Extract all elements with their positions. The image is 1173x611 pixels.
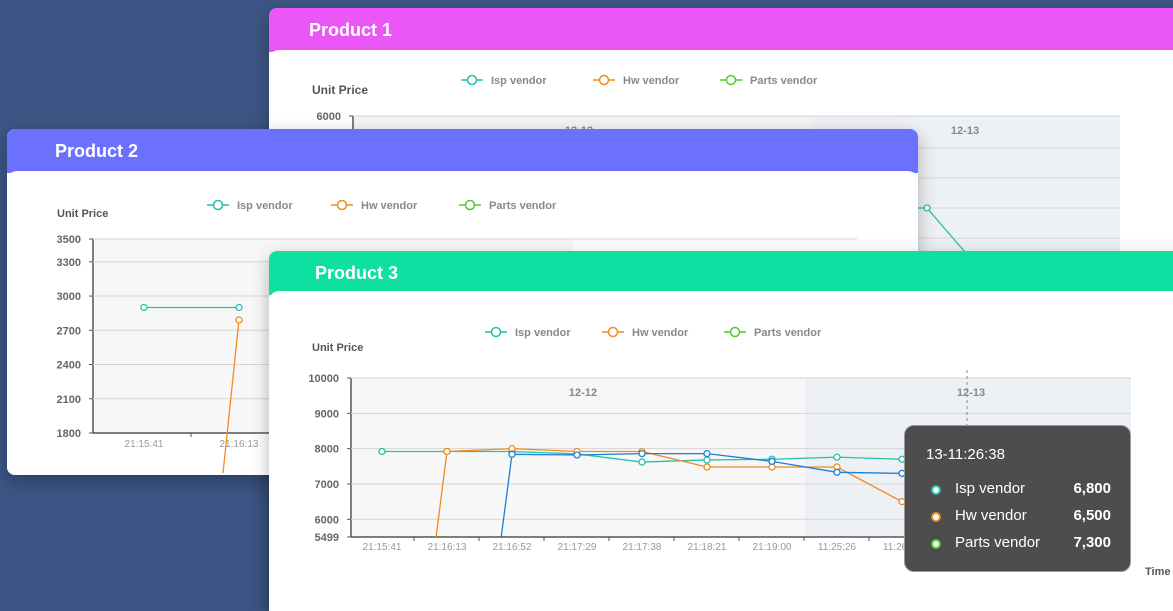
tooltip-series-name: Hw vendor [955,507,1027,524]
y-tick-label: 6000 [317,111,341,123]
tooltip-time: 13-11:26:38 [926,446,1005,463]
legend-marker-icon [466,74,478,86]
product-2-title: Product 2 [7,129,918,173]
y-tick-label: 5499 [315,532,339,544]
data-point [638,449,646,458]
data-point [378,447,386,456]
data-point [638,458,646,466]
legend-label: Parts vendor [750,75,818,87]
legend-label: Isp vendor [491,75,547,87]
tooltip-row-parts: Parts vendor 7,300 [931,534,1111,554]
legend-marker-icon [212,199,224,211]
x-tick-label: 21:17:38 [623,542,662,553]
chart-tooltip: 13-11:26:38 Isp vendor 6,800 Hw vendor 6… [904,425,1131,572]
x-tick-label: 21:16:13 [428,542,467,553]
legend-marker-icon [464,199,476,211]
tooltip-series-value: 6,500 [1073,507,1111,524]
y-tick-label: 8000 [315,444,339,456]
legend-marker-icon [607,326,619,338]
day-label: 12-13 [951,125,979,137]
x-tick-label: 21:18:21 [688,542,727,553]
product-1-title: Product 1 [269,8,1173,52]
data-point [235,316,243,324]
data-point [703,456,711,464]
x-axis-title: Time [1145,566,1170,578]
tooltip-row-isp: Isp vendor 6,800 [931,480,1111,500]
legend-marker-icon [490,326,502,338]
data-point [573,451,581,459]
legend-label: Hw vendor [632,327,689,339]
legend-label: Hw vendor [361,200,418,212]
legend-label: Isp vendor [515,327,571,339]
tooltip-series-value: 7,300 [1073,534,1111,551]
parts-dot-icon [931,539,941,549]
y-tick-label: 9000 [315,408,339,420]
y-tick-label: 2700 [57,325,81,337]
x-tick-label: 11:25:26 [818,542,857,553]
legend-marker-icon [729,326,741,338]
x-tick-label: 21:19:00 [753,542,792,553]
y-tick-label: 6000 [315,514,339,526]
data-point [140,303,148,312]
tooltip-series-name: Isp vendor [955,480,1026,497]
y-tick-label: 3300 [57,257,81,269]
legend-label: Isp vendor [237,200,293,212]
tooltip-series-value: 6,800 [1073,480,1111,497]
y-axis-title: Unit Price [312,83,368,97]
y-tick-label: 3000 [57,291,81,303]
isp-dot-icon [931,485,941,495]
y-axis-title: Unit Price [312,342,363,354]
data-point [508,450,516,458]
y-tick-label: 2100 [57,394,81,406]
y-tick-label: 3500 [57,234,81,246]
x-tick-label: 21:16:52 [493,542,532,553]
data-point [923,204,931,212]
legend-marker-icon [725,74,737,86]
data-point [833,468,841,476]
legend-label: Parts vendor [489,200,557,212]
legend-label: Hw vendor [623,75,680,87]
legend-label: Parts vendor [754,327,822,339]
product-3-title: Product 3 [269,251,1173,295]
data-point [833,453,841,461]
data-point [703,449,711,458]
tooltip-series-name: Parts vendor [955,534,1041,551]
data-point [703,463,711,471]
y-tick-label: 2400 [57,360,81,372]
legend-marker-icon [336,199,348,211]
y-tick-label: 10000 [308,373,339,385]
x-tick-label: 21:15:41 [125,439,164,450]
y-tick-label: 7000 [315,479,339,491]
data-point [768,457,776,466]
y-tick-label: 1800 [57,428,81,440]
tooltip-row-hw: Hw vendor 6,500 [931,507,1111,527]
day-label: 12-13 [957,387,985,399]
data-point [235,303,243,312]
day-label: 12-12 [569,387,597,399]
y-axis-title: Unit Price [57,208,108,220]
data-point [443,447,451,456]
x-tick-label: 21:15:41 [363,542,402,553]
hw-dot-icon [931,512,941,522]
legend-marker-icon [598,74,610,86]
x-tick-label: 21:17:29 [558,542,597,553]
